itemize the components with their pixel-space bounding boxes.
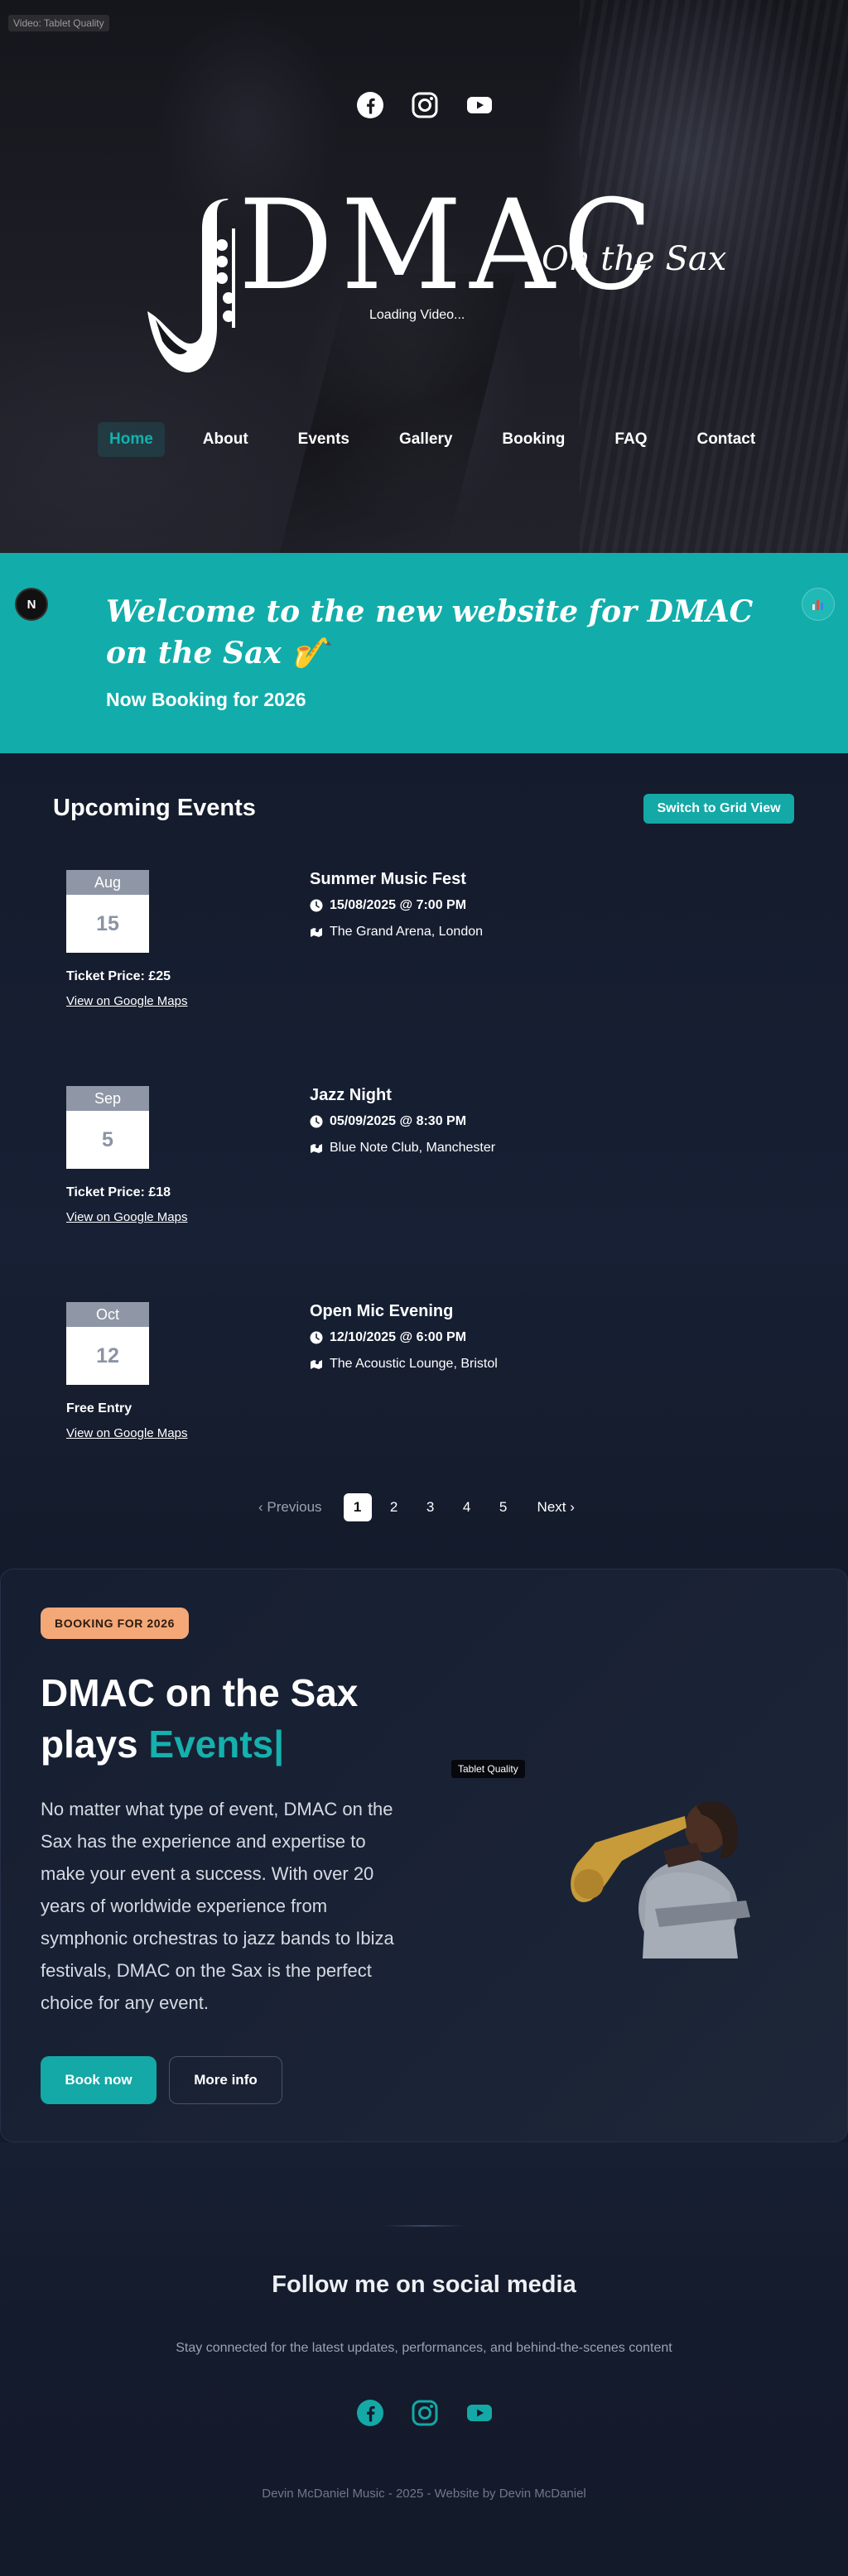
welcome-banner: N Welcome to the new website for DMAC on… (0, 553, 848, 753)
google-maps-link[interactable]: View on Google Maps (66, 994, 187, 1008)
map-location-icon (311, 1360, 322, 1369)
nav-contact[interactable]: Contact (685, 422, 767, 457)
clock-icon (310, 1115, 323, 1128)
now-booking-text: Now Booking for 2026 (106, 689, 306, 710)
logo-tagline: On the Sax (542, 240, 727, 278)
main-nav: Home About Events Gallery Booking FAQ Co… (98, 422, 793, 457)
nav-gallery[interactable]: Gallery (388, 422, 464, 457)
video-quality-badge: Video: Tablet Quality (8, 15, 109, 31)
event-day: 5 (66, 1111, 149, 1169)
chevron-right-icon: › (570, 1499, 575, 1515)
event-item: Sep 5 Ticket Price: £18 View on Google M… (66, 1086, 778, 1252)
quality-badge: Tablet Quality (451, 1760, 525, 1778)
event-venue-row: The Acoustic Lounge, Bristol (310, 1357, 498, 1372)
page-button[interactable]: 3 (417, 1493, 445, 1521)
follow-heading: Follow me on social media (272, 2271, 576, 2298)
event-datetime-row: 12/10/2025 @ 6:00 PM (310, 1330, 466, 1345)
map-location-icon (311, 1144, 322, 1153)
bar-chart-icon[interactable] (802, 588, 835, 621)
grid-view-toggle-button[interactable]: Switch to Grid View (643, 794, 794, 824)
booking-section: BOOKING FOR 2026 DMAC on the Sax plays E… (0, 1569, 848, 2142)
event-datetime: 12/10/2025 @ 6:00 PM (330, 1330, 467, 1344)
chevron-left-icon: ‹ (258, 1499, 263, 1515)
event-month: Oct (66, 1302, 149, 1327)
hero-section: Video: Tablet Quality DMAC On the Sax Lo… (0, 0, 848, 553)
event-datetime-row: 05/09/2025 @ 8:30 PM (310, 1114, 466, 1129)
booking-heading-accent: Events| (148, 1723, 285, 1766)
event-day: 12 (66, 1327, 149, 1385)
pagination: ‹ Previous 1 2 3 4 5 Next › (258, 1493, 575, 1521)
next-page-button[interactable]: Next › (537, 1499, 575, 1516)
events-section: Upcoming Events Switch to Grid View Aug … (0, 753, 848, 1569)
event-venue: The Grand Arena, London (330, 925, 484, 939)
footer-social-links (356, 2399, 494, 2427)
event-title: Jazz Night (310, 1086, 392, 1104)
nav-events[interactable]: Events (287, 422, 361, 457)
footer: Follow me on social media Stay connected… (0, 2142, 848, 2576)
booking-heading-line1: DMAC on the Sax (41, 1671, 359, 1714)
event-day: 15 (66, 895, 149, 953)
follow-tagline: Stay connected for the latest updates, p… (176, 2341, 672, 2355)
event-title: Open Mic Evening (310, 1302, 454, 1320)
welcome-heading: Welcome to the new website for DMAC on t… (106, 594, 754, 670)
event-price: Ticket Price: £25 (66, 969, 171, 983)
event-venue: Blue Note Club, Manchester (330, 1141, 496, 1155)
event-item: Aug 15 Ticket Price: £25 View on Google … (66, 870, 778, 1036)
booking-description: No matter what type of event, DMAC on th… (41, 1799, 394, 2013)
dmac-logo: DMAC On the Sax (146, 184, 726, 386)
nav-home[interactable]: Home (98, 422, 165, 457)
page-button[interactable]: 4 (453, 1493, 481, 1521)
hero-social-links (356, 91, 494, 119)
event-price: Free Entry (66, 1401, 132, 1415)
clock-icon (310, 899, 323, 912)
page-button[interactable]: 2 (380, 1493, 408, 1521)
event-date-box: Sep 5 (66, 1086, 149, 1169)
events-title: Upcoming Events (53, 795, 256, 821)
saxophone-player-image (571, 1801, 750, 1958)
nav-about[interactable]: About (191, 422, 260, 457)
page-button[interactable]: 1 (343, 1493, 372, 1521)
nav-booking[interactable]: Booking (490, 422, 576, 457)
next-label: Next (537, 1499, 566, 1515)
facebook-icon[interactable] (356, 91, 384, 119)
booking-heading-prefix: plays (41, 1723, 138, 1766)
footer-credit: Devin McDaniel Music - 2025 - Website by… (262, 2487, 586, 2501)
saxophone-logo-icon (147, 199, 235, 372)
event-date-box: Aug 15 (66, 870, 149, 953)
booking-pill-badge: BOOKING FOR 2026 (41, 1608, 189, 1639)
event-venue-row: The Grand Arena, London (310, 925, 483, 940)
previous-page-button[interactable]: ‹ Previous (258, 1499, 322, 1516)
event-month: Sep (66, 1086, 149, 1111)
youtube-icon[interactable] (465, 91, 494, 119)
instagram-icon[interactable] (411, 91, 439, 119)
event-title: Summer Music Fest (310, 870, 466, 888)
event-month: Aug (66, 870, 149, 895)
n-badge[interactable]: N (15, 588, 48, 621)
clock-icon (310, 1331, 323, 1344)
more-info-button[interactable]: More info (169, 2056, 282, 2104)
previous-label: Previous (267, 1499, 322, 1515)
event-date-box: Oct 12 (66, 1302, 149, 1385)
loading-video-text: Loading Video... (369, 308, 465, 322)
book-now-button[interactable]: Book now (41, 2056, 157, 2104)
booking-heading: DMAC on the Sax plays Events| (41, 1667, 471, 1770)
google-maps-link[interactable]: View on Google Maps (66, 1426, 187, 1440)
event-item: Oct 12 Free Entry View on Google Maps Op… (66, 1302, 778, 1468)
page-button[interactable]: 5 (489, 1493, 518, 1521)
instagram-icon[interactable] (411, 2399, 439, 2427)
event-price: Ticket Price: £18 (66, 1185, 171, 1199)
event-datetime: 05/09/2025 @ 8:30 PM (330, 1114, 467, 1128)
youtube-icon[interactable] (465, 2399, 494, 2427)
google-maps-link[interactable]: View on Google Maps (66, 1210, 187, 1224)
event-venue-row: Blue Note Club, Manchester (310, 1141, 495, 1156)
facebook-icon[interactable] (356, 2399, 384, 2427)
event-datetime: 15/08/2025 @ 7:00 PM (330, 898, 467, 912)
footer-divider (383, 2225, 465, 2227)
map-location-icon (311, 928, 322, 937)
nav-faq[interactable]: FAQ (603, 422, 658, 457)
event-venue: The Acoustic Lounge, Bristol (330, 1357, 498, 1371)
event-datetime-row: 15/08/2025 @ 7:00 PM (310, 898, 466, 913)
